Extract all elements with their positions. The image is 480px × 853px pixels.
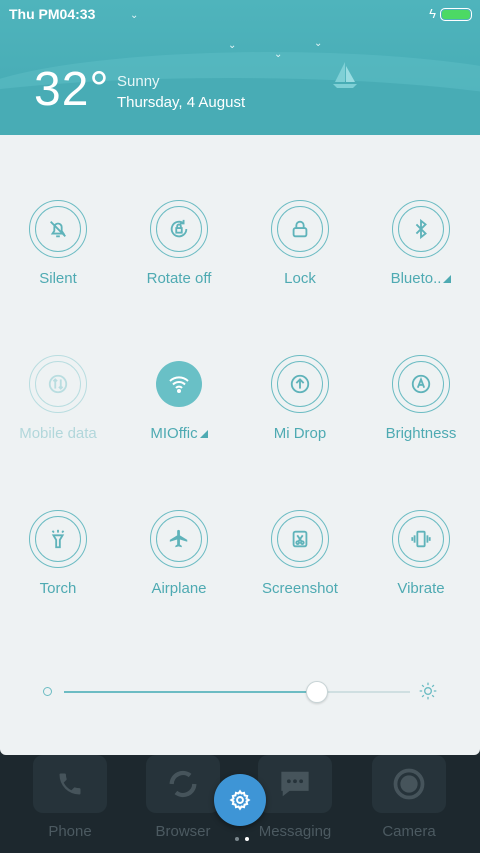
sailboat-icon xyxy=(333,62,357,88)
mobile-data-icon xyxy=(29,355,87,413)
bird-decoration: ⌄ xyxy=(274,49,283,60)
toggle-label: MIOffic xyxy=(119,425,239,442)
dock-label: Messaging xyxy=(258,823,332,840)
toggle-vibrate[interactable]: Vibrate xyxy=(361,510,480,610)
toggle-label: Lock xyxy=(284,270,316,287)
weather-temperature[interactable]: 32° xyxy=(34,62,110,117)
bell-off-icon xyxy=(29,200,87,258)
toggle-label: Brightness xyxy=(385,425,457,442)
toggle-mi-drop[interactable]: Mi Drop xyxy=(240,355,360,455)
gear-icon xyxy=(229,789,251,811)
settings-button[interactable] xyxy=(214,774,266,826)
toggle-brightness[interactable]: Brightness xyxy=(361,355,480,455)
phone-icon xyxy=(33,755,107,813)
torch-icon xyxy=(29,510,87,568)
toggle-mobile-data[interactable]: Mobile data xyxy=(0,355,118,455)
toggle-lock[interactable]: Lock xyxy=(240,200,360,300)
brightness-slider[interactable] xyxy=(64,681,410,703)
toggle-label: Silent xyxy=(39,270,77,287)
toggle-screenshot[interactable]: Screenshot xyxy=(240,510,360,610)
bird-decoration: ⌄ xyxy=(314,38,323,49)
toggle-label: Vibrate xyxy=(397,580,445,597)
quick-settings-panel: Silent Rotate off Lock Blueto.. Mobile d… xyxy=(0,135,480,755)
toggle-label: Torch xyxy=(39,580,77,597)
charging-icon: ϟ xyxy=(429,6,436,21)
toggle-silent[interactable]: Silent xyxy=(0,200,118,300)
status-time: Thu PM04:33 xyxy=(9,6,96,22)
dock-app-camera[interactable]: Camera xyxy=(359,755,459,840)
brightness-auto-icon xyxy=(392,355,450,413)
page-indicator xyxy=(232,828,252,846)
dock-label: Phone xyxy=(48,823,92,840)
lock-icon xyxy=(271,200,329,258)
toggle-label-text: MIOffic xyxy=(150,425,198,442)
weather-condition: Sunny xyxy=(117,73,160,90)
bird-decoration: ⌄ xyxy=(130,10,139,21)
brightness-min-icon xyxy=(43,687,52,696)
submenu-indicator-icon[interactable] xyxy=(443,275,452,283)
bird-decoration: ⌄ xyxy=(228,40,237,51)
dock-label: Camera xyxy=(382,823,436,840)
airplane-icon xyxy=(150,510,208,568)
dock-app-phone[interactable]: Phone xyxy=(20,755,120,840)
brightness-slider-thumb[interactable] xyxy=(305,681,328,703)
messaging-icon xyxy=(258,755,332,813)
toggle-airplane[interactable]: Airplane xyxy=(119,510,239,610)
weather-date: Thursday, 4 August xyxy=(117,94,246,111)
toggle-label: Airplane xyxy=(151,580,207,597)
toggle-label: Mobile data xyxy=(19,425,97,442)
submenu-indicator-icon[interactable] xyxy=(199,430,208,438)
mi-drop-icon xyxy=(271,355,329,413)
vibrate-icon xyxy=(392,510,450,568)
toggle-label-text: Blueto.. xyxy=(390,270,442,287)
camera-icon xyxy=(372,755,446,813)
page-dot-active xyxy=(245,837,249,841)
dock-label: Browser xyxy=(155,823,211,840)
bluetooth-icon xyxy=(392,200,450,258)
toggle-label: Screenshot xyxy=(262,580,338,597)
toggle-torch[interactable]: Torch xyxy=(0,510,118,610)
page-dot xyxy=(235,837,239,841)
screenshot-icon xyxy=(271,510,329,568)
rotate-lock-icon xyxy=(150,200,208,258)
toggle-label: Mi Drop xyxy=(273,425,327,442)
brightness-slider-fill xyxy=(64,691,317,693)
brightness-max-icon xyxy=(419,682,437,700)
toggle-label: Blueto.. xyxy=(361,270,480,287)
toggle-wifi[interactable]: MIOffic xyxy=(119,355,239,455)
battery-icon xyxy=(440,8,472,21)
browser-icon xyxy=(146,755,220,813)
battery-level xyxy=(442,10,470,19)
toggle-bluetooth[interactable]: Blueto.. xyxy=(361,200,480,300)
weather-header: ⌄ ⌄ ⌄ ⌄ Thu PM04:33 ϟ 32° Sunny Thursday… xyxy=(0,0,480,135)
wifi-icon xyxy=(156,361,202,407)
toggle-label: Rotate off xyxy=(146,270,212,287)
toggle-rotate-off[interactable]: Rotate off xyxy=(119,200,239,300)
